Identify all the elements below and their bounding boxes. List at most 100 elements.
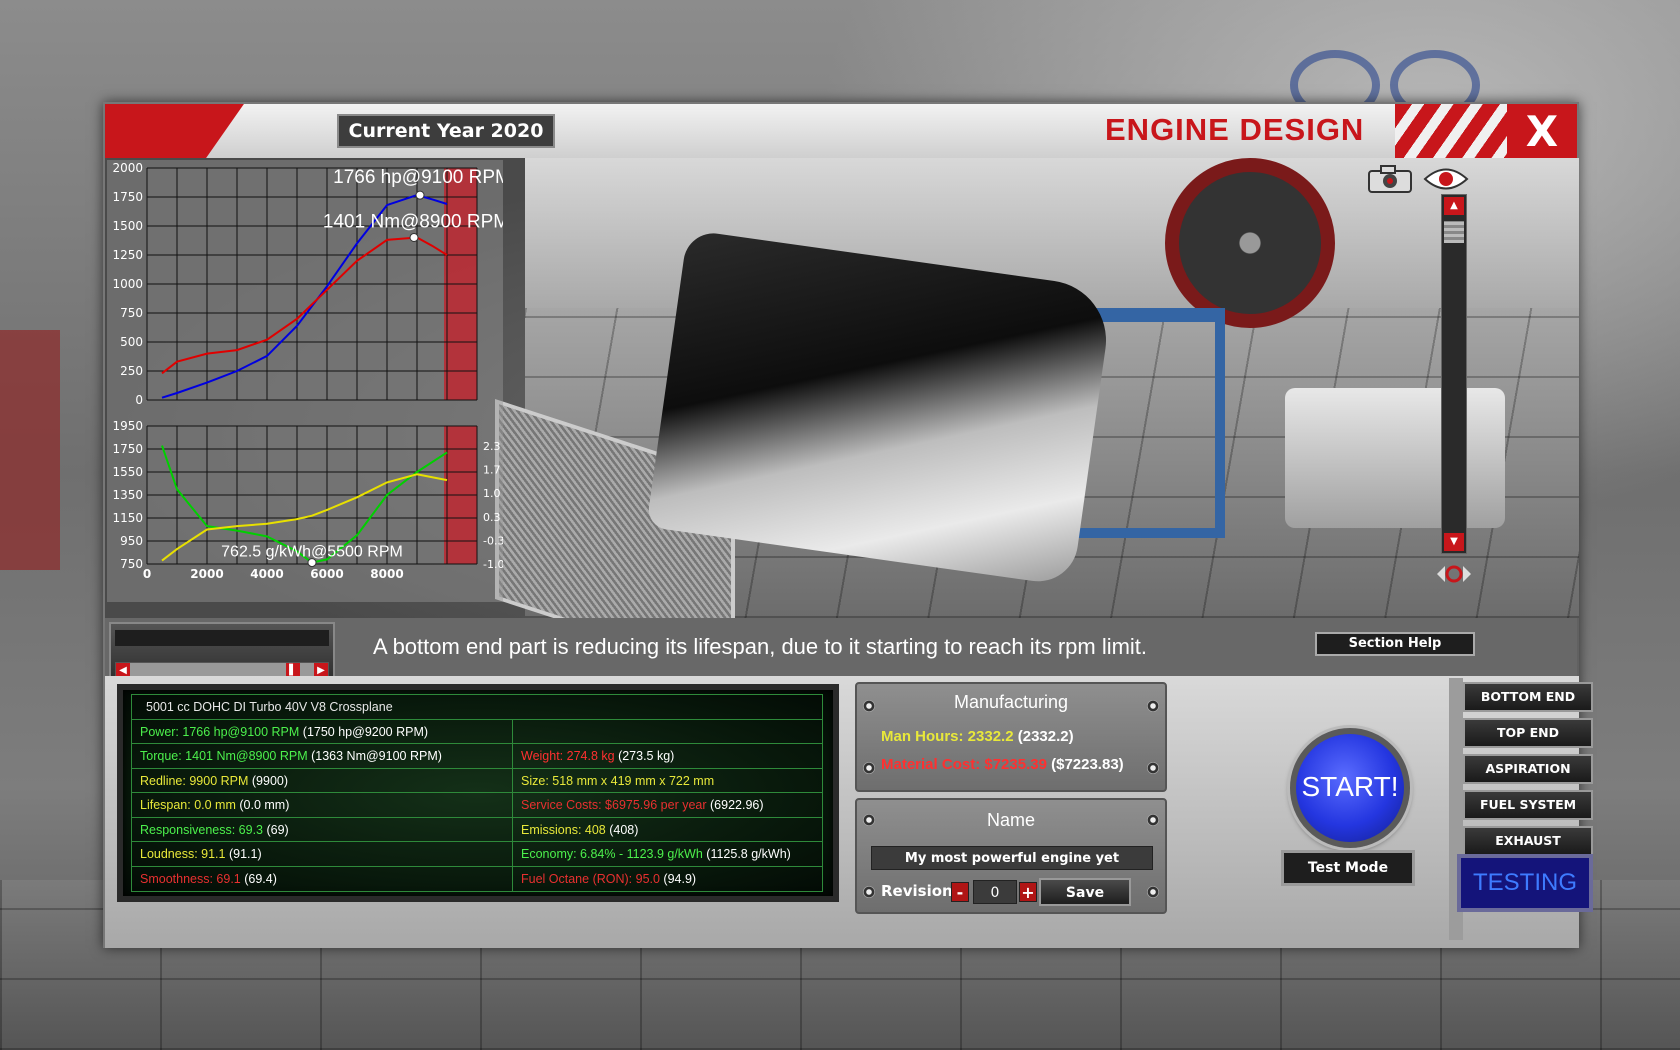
nav-fuel-system[interactable]: FUEL SYSTEM <box>1463 790 1593 820</box>
y-tick-label: 250 <box>120 364 143 378</box>
name-panel: Name My most powerful engine yet Revisio… <box>855 798 1167 914</box>
stat-economy-prev: (1125.8 g/kWh) <box>702 847 791 861</box>
material-cost: Material Cost: $7235.39 ($7223.83) <box>881 756 1124 773</box>
stat-redline-prev: (9900) <box>248 773 289 788</box>
stat-service-costs-value: Service Costs: $6975.96 per year <box>521 798 707 812</box>
background-red-block <box>0 330 60 570</box>
stat-lifespan-value: Lifespan: 0.0 mm <box>140 798 236 812</box>
manufacturing-panel: Manufacturing Man Hours: 2332.2 (2332.2)… <box>855 682 1167 792</box>
stat-weight: Weight: 274.8 kg (273.5 kg) <box>512 744 822 768</box>
stats-row: Redline: 9900 RPM (9900) Size: 518 mm x … <box>132 768 822 793</box>
stat-emissions-value: Emissions: 408 <box>521 822 606 837</box>
stat-torque-value: Torque: 1401 Nm@8900 RPM <box>140 749 308 763</box>
x-tick-label: 4000 <box>250 567 283 581</box>
fuel-tank <box>1285 388 1505 528</box>
scroll-down-icon[interactable]: ▼ <box>1444 533 1464 551</box>
stat-redline-value: Redline: 9900 RPM <box>140 773 249 788</box>
mini-display <box>115 630 329 646</box>
man-hours-value: 2332.2 <box>967 728 1014 745</box>
man-hours-prev: (2332.2) <box>1013 728 1074 745</box>
y-tick-label: 1500 <box>112 219 143 233</box>
rivet-icon <box>863 762 875 774</box>
scroll-up-icon[interactable]: ▲ <box>1444 197 1464 215</box>
engine-design-window: Current Year 2020 ENGINE DESIGN X ▲ ▼ 20… <box>103 102 1593 948</box>
stats-row: Smoothness: 69.1 (69.4) Fuel Octane (RON… <box>132 866 822 891</box>
stat-service-costs-prev: (6922.96) <box>706 798 764 812</box>
save-button[interactable]: Save <box>1039 878 1131 906</box>
stat-smoothness-prev: (69.4) <box>240 871 277 886</box>
window-title: ENGINE DESIGN <box>1105 112 1365 147</box>
y-tick-label: 500 <box>120 335 143 349</box>
stat-power-prev: (1750 hp@9200 RPM) <box>299 724 429 739</box>
close-button[interactable]: X <box>1507 104 1577 158</box>
stat-redline: Redline: 9900 RPM (9900) <box>132 769 512 793</box>
x-tick-label: 2000 <box>190 567 223 581</box>
title-bar: Current Year 2020 ENGINE DESIGN X <box>105 104 1577 158</box>
man-hours: Man Hours: 2332.2 (2332.2) <box>881 728 1074 745</box>
stat-economy-value: Economy: 6.84% - 1123.9 g/kWh <box>521 847 703 861</box>
y-right-tick-label: -0.3 <box>483 534 503 547</box>
revision-label: Revision <box>881 882 953 900</box>
revision-increment-button[interactable]: + <box>1019 882 1037 902</box>
stat-loudness: Loudness: 91.1 (91.1) <box>132 842 512 866</box>
start-button[interactable]: START! <box>1290 728 1410 848</box>
stat-weight-prev: (273.5 kg) <box>614 749 675 763</box>
stat-weight-value: Weight: 274.8 kg <box>521 749 615 763</box>
stat-loudness-value: Loudness: 91.1 <box>140 847 226 861</box>
peak-marker <box>409 232 419 242</box>
nav-bottom-end[interactable]: BOTTOM END <box>1463 682 1593 712</box>
engine-3d-viewport[interactable]: ▲ ▼ 2000 1750 1500 1250 1000 750 500 250 0 1766 h… <box>105 158 1579 618</box>
y-tick-label: 1000 <box>112 277 143 291</box>
engine-stats-table: 5001 cc DOHC DI Turbo 40V V8 Crossplane … <box>131 694 823 892</box>
engine-name-input[interactable]: My most powerful engine yet <box>871 846 1153 870</box>
scroll-thumb[interactable] <box>1444 221 1464 243</box>
stat-power: Power: 1766 hp@9100 RPM (1750 hp@9200 RP… <box>132 720 512 744</box>
vertical-scrollbar[interactable]: ▲ ▼ <box>1441 194 1467 554</box>
stat-loudness-prev: (91.1) <box>225 847 262 861</box>
section-help-button[interactable]: Section Help <box>1315 632 1475 656</box>
bottom-panel: 5001 cc DOHC DI Turbo 40V V8 Crossplane … <box>105 676 1593 948</box>
stat-torque-prev: (1363 Nm@9100 RPM) <box>307 749 442 763</box>
stat-size-value: Size: 518 mm x 419 mm x 722 mm <box>521 773 715 788</box>
stat-responsiveness-prev: (69) <box>263 822 289 837</box>
nav-aspiration[interactable]: ASPIRATION <box>1463 754 1593 784</box>
nav-exhaust[interactable]: EXHAUST <box>1463 826 1593 856</box>
nav-top-end[interactable]: TOP END <box>1463 718 1593 748</box>
stat-fuel-octane-prev: (94.9) <box>659 871 697 886</box>
x-tick-label: 8000 <box>370 567 403 581</box>
y-tick-label: 950 <box>120 534 143 548</box>
y-right-tick-label: 1.7 <box>483 464 501 477</box>
engine-description: 5001 cc DOHC DI Turbo 40V V8 Crossplane <box>146 700 393 714</box>
stat-economy: Economy: 6.84% - 1123.9 g/kWh (1125.8 g/… <box>512 842 822 866</box>
dyno-fan <box>1165 158 1335 328</box>
name-title: Name <box>986 810 1035 830</box>
stat-service-costs: Service Costs: $6975.96 per year (6922.9… <box>512 793 822 817</box>
stats-row: Power: 1766 hp@9100 RPM (1750 hp@9200 RP… <box>132 719 822 744</box>
y-tick-label: 1250 <box>112 248 143 262</box>
y-tick-label: 750 <box>120 557 143 571</box>
nav-testing[interactable]: TESTING <box>1457 854 1593 912</box>
stats-row: Lifespan: 0.0 mm (0.0 mm) Service Costs:… <box>132 793 822 818</box>
revision-decrement-button[interactable]: - <box>951 882 969 902</box>
engine-stats-panel: 5001 cc DOHC DI Turbo 40V V8 Crossplane … <box>117 684 839 902</box>
test-mode-button[interactable]: Test Mode <box>1281 850 1415 886</box>
stat-lifespan: Lifespan: 0.0 mm (0.0 mm) <box>132 793 512 817</box>
stats-row: Loudness: 91.1 (91.1) Economy: 6.84% - 1… <box>132 842 822 867</box>
peak-annotation: 1401 Nm@8900 RPM <box>323 211 503 232</box>
rivet-icon <box>863 886 875 898</box>
eye-icon[interactable] <box>1423 164 1469 194</box>
rotate-view-icon[interactable] <box>1433 558 1475 590</box>
title-stripes <box>1395 104 1515 158</box>
stats-row: Responsiveness: 69.3 (69) Emissions: 408… <box>132 817 822 842</box>
y-tick-label: 2000 <box>112 161 143 175</box>
peak-annotation: 1766 hp@9100 RPM <box>333 167 503 188</box>
stat-lifespan-prev: (0.0 mm) <box>235 798 290 812</box>
peak-marker <box>415 190 425 200</box>
y-right-tick-label: 2.3 <box>483 440 501 453</box>
x-tick-label: 6000 <box>310 567 343 581</box>
stat-empty <box>512 719 822 743</box>
camera-icon[interactable] <box>1367 164 1413 194</box>
material-cost-label: Material Cost: <box>881 756 985 773</box>
y-tick-label: 750 <box>120 306 143 320</box>
y-tick-label: 1950 <box>112 419 143 433</box>
